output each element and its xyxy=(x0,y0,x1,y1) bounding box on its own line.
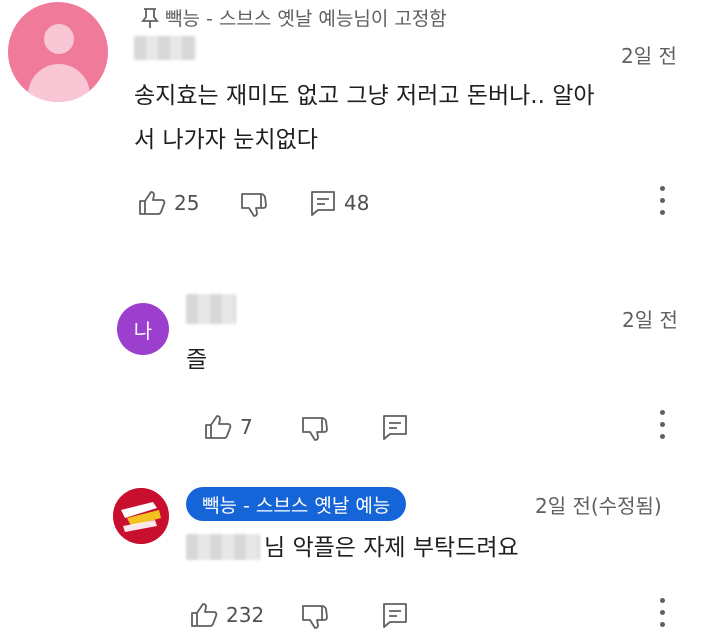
reply-text: 님 악플은 자제 부탁드려요 xyxy=(264,535,519,561)
comment-icon xyxy=(383,603,407,628)
channel-logo-icon xyxy=(113,488,169,544)
thumbs-up-icon xyxy=(191,603,218,627)
reply-count: 48 xyxy=(344,191,370,215)
channel-owner-badge[interactable]: 빽능 - 스브스 옛날 예능 xyxy=(186,487,407,521)
thumbs-down-icon xyxy=(241,193,267,217)
like-button[interactable]: 7 xyxy=(204,414,253,440)
channel-logo-avatar[interactable] xyxy=(113,488,169,544)
thumbs-up-icon xyxy=(139,191,166,215)
thumbs-down-icon xyxy=(302,605,328,629)
reply-text: 즐 xyxy=(186,347,208,373)
more-options-icon[interactable] xyxy=(659,410,665,439)
reply-time: 2일 전 xyxy=(622,308,678,332)
avatar-body-shape xyxy=(28,64,90,102)
replies-button[interactable]: 48 xyxy=(310,190,369,216)
comment-time: 2일 전 xyxy=(621,44,677,68)
author-name-blurred[interactable] xyxy=(186,294,236,324)
avatar[interactable]: 나 xyxy=(117,303,169,355)
comment-text: 송지효는 재미도 없고 그냥 저러고 돈버나.. 알아 서 나가자 눈치없다 xyxy=(134,74,694,162)
like-count: 232 xyxy=(226,603,265,627)
avatar[interactable] xyxy=(8,2,108,102)
like-count: 25 xyxy=(174,191,200,215)
channel-badge-label: 빽능 - 스브스 옛날 예능 xyxy=(202,494,391,517)
avatar-head-shape xyxy=(44,24,74,54)
reply-button[interactable] xyxy=(382,602,408,632)
dislike-button[interactable] xyxy=(301,604,329,634)
like-button[interactable]: 232 xyxy=(190,602,264,628)
more-options-icon[interactable] xyxy=(659,598,665,627)
pinned-label: 빽능 - 스브스 옛날 예능님이 고정함 xyxy=(165,8,447,30)
pin-icon xyxy=(141,7,159,28)
dislike-button[interactable] xyxy=(301,416,329,446)
author-name-blurred[interactable] xyxy=(134,36,196,60)
like-button[interactable]: 25 xyxy=(138,190,199,216)
comment-text-line: 송지효는 재미도 없고 그냥 저러고 돈버나.. 알아 xyxy=(134,83,595,109)
more-options-icon[interactable] xyxy=(659,186,665,215)
dislike-button[interactable] xyxy=(240,192,268,222)
reply-button[interactable] xyxy=(382,414,408,444)
like-count: 7 xyxy=(240,415,253,439)
thumbs-up-icon xyxy=(205,415,232,439)
pinned-indicator: 빽능 - 스브스 옛날 예능님이 고정함 xyxy=(141,4,447,31)
mentioned-name-blurred xyxy=(186,534,260,560)
avatar-letter: 나 xyxy=(133,318,153,343)
reply-time: 2일 전(수정됨) xyxy=(535,494,662,518)
comment-text-line: 서 나가자 눈치없다 xyxy=(134,127,318,153)
comment-icon xyxy=(383,415,407,440)
thumbs-down-icon xyxy=(302,417,328,441)
comment-icon xyxy=(311,191,335,216)
